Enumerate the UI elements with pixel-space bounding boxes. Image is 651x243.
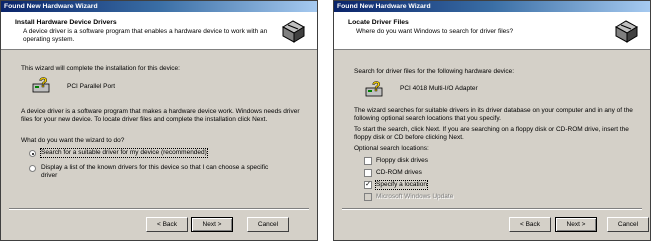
svg-text:?: ? (39, 76, 48, 90)
question-text: What do you want the wizard to do? (21, 137, 125, 144)
header-title: Install Hardware Device Drivers (15, 19, 117, 26)
header-subtitle: Where do you want Windows to search for … (356, 28, 514, 35)
device-name: PCI Parallel Port (67, 83, 116, 90)
next-button[interactable]: Next > (555, 217, 597, 232)
window-title: Found New Hardware Wizard (1, 1, 317, 12)
back-button[interactable]: < Back (146, 217, 188, 232)
display-list-radio[interactable] (29, 165, 36, 172)
search-driver-radio[interactable] (29, 150, 36, 157)
unknown-device-icon: ? (365, 80, 383, 97)
specify-location-label[interactable]: Specify a location (375, 180, 428, 190)
next-button[interactable]: Next > (191, 217, 233, 232)
complete-text: This wizard will complete the installati… (21, 65, 180, 72)
device-name: PCI 4018 Multi-I/O Adapter (400, 85, 478, 92)
search-text: Search for driver files for the followin… (354, 68, 515, 75)
search-driver-label[interactable]: Search for a suitable driver for my devi… (40, 148, 208, 158)
svg-text:?: ? (372, 80, 381, 94)
wizard-body: Search for driver files for the followin… (334, 50, 650, 210)
floppy-checkbox[interactable] (364, 157, 372, 165)
cdrom-checkbox[interactable] (364, 169, 372, 177)
locate-driver-files-window: Found New Hardware Wizard Locate Driver … (333, 0, 651, 241)
windows-update-label: Microsoft Windows Update (376, 193, 454, 200)
wizard-header: Install Hardware Device Drivers A device… (1, 12, 317, 50)
hardware-wizard-icon (613, 18, 639, 44)
button-separator (9, 208, 309, 210)
cdrom-label[interactable]: CD-ROM drives (376, 169, 422, 177)
back-button[interactable]: < Back (509, 217, 551, 232)
wizard-body: This wizard will complete the installati… (1, 50, 317, 210)
cancel-button[interactable]: Cancel (247, 217, 289, 232)
searches-description: The wizard searches for suitable drivers… (354, 107, 633, 122)
hardware-wizard-icon (280, 18, 306, 44)
windows-update-checkbox (364, 193, 372, 201)
window-title: Found New Hardware Wizard (334, 1, 650, 12)
install-drivers-window: Found New Hardware Wizard Install Hardwa… (0, 0, 318, 241)
button-separator (342, 208, 642, 210)
unknown-device-icon: ? (32, 76, 50, 93)
cancel-button[interactable]: Cancel (607, 217, 649, 232)
optional-locations-label: Optional search locations: (354, 145, 429, 152)
start-description: To start the search, click Next. If you … (354, 126, 629, 141)
wizard-header: Locate Driver Files Where do you want Wi… (334, 12, 650, 50)
specify-location-checkbox[interactable]: ✓ (364, 181, 372, 189)
header-title: Locate Driver Files (348, 19, 409, 26)
floppy-label[interactable]: Floppy disk drives (376, 157, 428, 165)
display-list-label[interactable]: Display a list of the known drivers for … (41, 164, 281, 180)
driver-description: A device driver is a software program th… (21, 108, 300, 123)
header-subtitle: A device driver is a software program th… (23, 28, 268, 43)
